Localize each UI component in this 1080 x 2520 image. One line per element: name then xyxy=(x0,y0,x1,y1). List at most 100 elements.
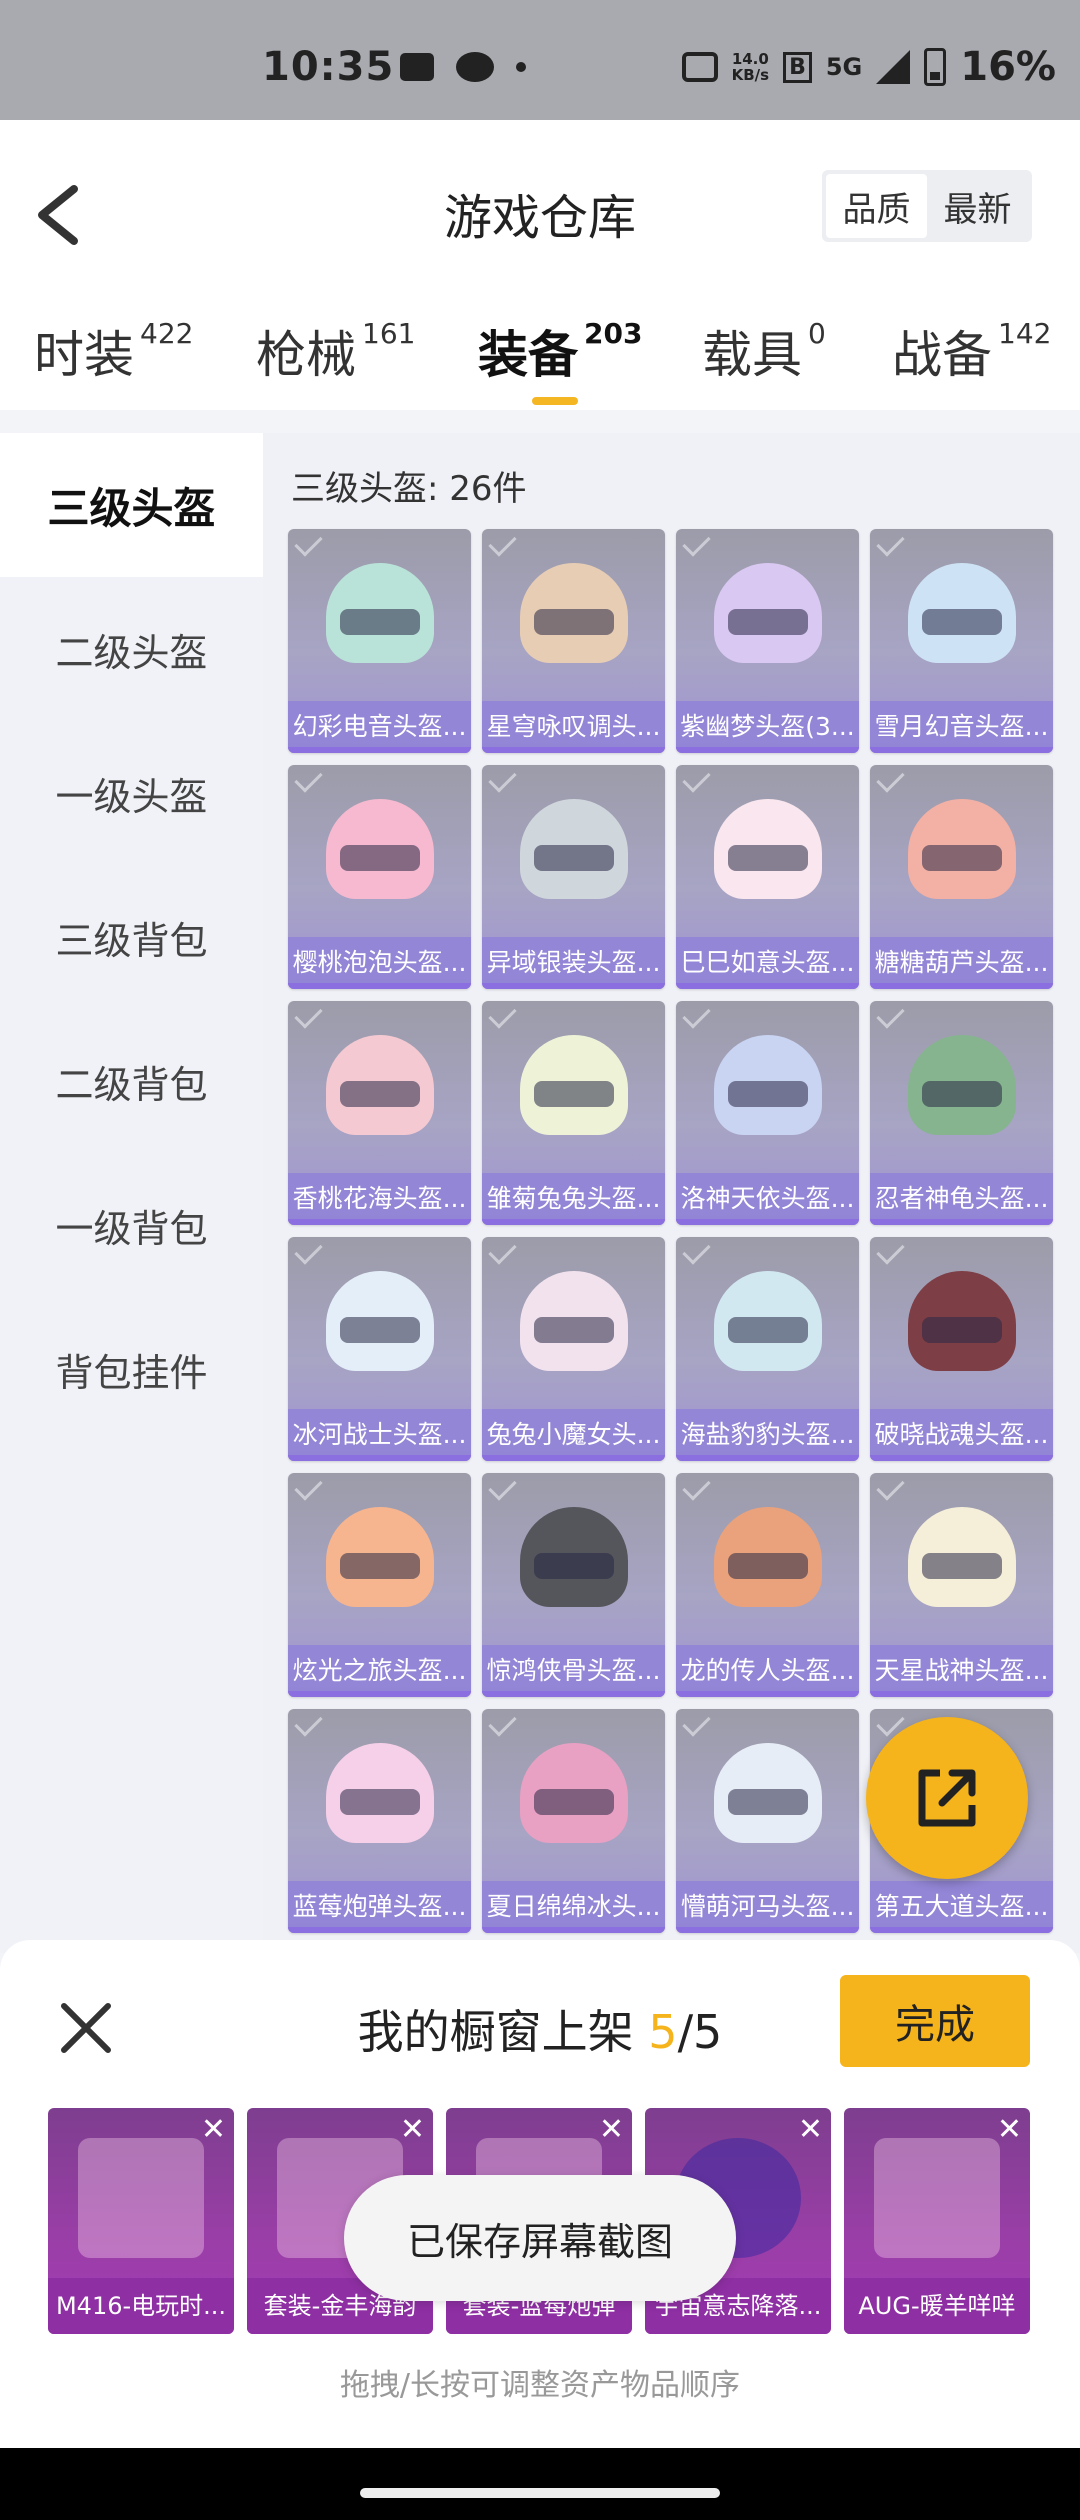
helmet-card[interactable]: 炫光之旅头盔... xyxy=(288,1473,471,1697)
helmet-name: 香桃花海头盔... xyxy=(288,1173,471,1225)
sidebar-item-level2-backpack[interactable]: 二级背包 xyxy=(0,1009,263,1153)
sort-newest-button[interactable]: 最新 xyxy=(927,174,1028,238)
sidebar: 三级头盔 二级头盔 一级头盔 三级背包 二级背包 一级背包 背包挂件 xyxy=(0,433,263,1953)
remove-icon[interactable]: ✕ xyxy=(798,2112,823,2147)
rarity-bar xyxy=(676,983,859,989)
helmet-name: 第五大道头盔... xyxy=(870,1881,1053,1933)
checkmark-icon xyxy=(294,765,323,793)
checkmark-icon xyxy=(876,765,905,793)
helmet-card[interactable]: 糖糖葫芦头盔... xyxy=(870,765,1053,989)
showcase-item[interactable]: ✕ M416-电玩时... xyxy=(48,2108,234,2334)
helmet-card[interactable]: 樱桃泡泡头盔... xyxy=(288,765,471,989)
helmet-card[interactable]: 海盐豹豹头盔... xyxy=(676,1237,859,1461)
sidebar-item-level3-helmet[interactable]: 三级头盔 xyxy=(0,433,263,577)
remove-icon[interactable]: ✕ xyxy=(201,2112,226,2147)
helmet-card[interactable]: 异域银装头盔... xyxy=(482,765,665,989)
sort-toggle: 品质 最新 xyxy=(822,170,1032,242)
helmet-visor xyxy=(922,1317,1002,1343)
item-artwork xyxy=(78,2138,204,2258)
checkmark-icon xyxy=(294,1709,323,1737)
rarity-bar xyxy=(482,1219,665,1225)
reorder-hint: 拖拽/长按可调整资产物品顺序 xyxy=(339,2368,741,2403)
sidebar-item-level1-helmet[interactable]: 一级头盔 xyxy=(0,721,263,865)
remove-icon[interactable]: ✕ xyxy=(599,2112,624,2147)
rarity-bar xyxy=(676,1927,859,1933)
rarity-bar xyxy=(482,1927,665,1933)
sidebar-item-level3-backpack[interactable]: 三级背包 xyxy=(0,865,263,1009)
helmet-card[interactable]: 龙的传人头盔... xyxy=(676,1473,859,1697)
helmet-card[interactable]: 紫幽梦头盔(3... xyxy=(676,529,859,753)
done-button[interactable]: 完成 xyxy=(840,1975,1030,2067)
helmet-name: 雪月幻音头盔... xyxy=(870,701,1053,753)
remove-icon[interactable]: ✕ xyxy=(400,2112,425,2147)
share-button[interactable] xyxy=(866,1717,1028,1879)
helmet-visor xyxy=(340,1789,420,1815)
helmet-visor xyxy=(728,1081,808,1107)
helmet-card[interactable]: 懵萌河马头盔... xyxy=(676,1709,859,1933)
sort-quality-button[interactable]: 品质 xyxy=(826,174,927,238)
helmet-visor xyxy=(340,1317,420,1343)
helmet-visor xyxy=(922,845,1002,871)
rarity-bar xyxy=(288,1691,471,1697)
helmet-card[interactable]: 夏日绵绵冰头... xyxy=(482,1709,665,1933)
section-title: 三级头盔: 26件 xyxy=(291,469,527,509)
tab-vehicles[interactable]: 载具 0 xyxy=(702,315,826,387)
tab-equipment[interactable]: 装备 203 xyxy=(478,315,642,387)
helmet-card[interactable]: 忍者神龟头盔... xyxy=(870,1001,1053,1225)
helmet-visor xyxy=(534,1081,614,1107)
rarity-bar xyxy=(870,1219,1053,1225)
signal-icon xyxy=(876,50,911,84)
sidebar-item-level1-backpack[interactable]: 一级背包 xyxy=(0,1153,263,1297)
checkmark-icon xyxy=(876,1473,905,1501)
notification-icons xyxy=(400,52,526,82)
checkmark-icon xyxy=(682,1473,711,1501)
tab-weapons[interactable]: 枪械 161 xyxy=(256,315,415,387)
helmet-card[interactable]: 幻彩电音头盔... xyxy=(288,529,471,753)
tab-fashion[interactable]: 时装 422 xyxy=(34,315,193,387)
checkmark-icon xyxy=(682,529,711,557)
sidebar-item-backpack-charm[interactable]: 背包挂件 xyxy=(0,1297,263,1441)
helmet-visor xyxy=(728,1317,808,1343)
showcase-count-current: 5 xyxy=(648,2005,678,2059)
helmet-card[interactable]: 破晓战魂头盔... xyxy=(870,1237,1053,1461)
helmet-name: 糖糖葫芦头盔... xyxy=(870,937,1053,989)
helmet-card[interactable]: 冰河战士头盔... xyxy=(288,1237,471,1461)
helmet-card[interactable]: 星穹咏叹调头... xyxy=(482,529,665,753)
helmet-name: 夏日绵绵冰头... xyxy=(482,1881,665,1933)
rarity-bar xyxy=(676,1691,859,1697)
battery-icon xyxy=(924,48,947,86)
tab-supplies[interactable]: 战备 142 xyxy=(892,315,1051,387)
active-tab-indicator xyxy=(532,397,578,405)
helmet-visor xyxy=(922,1553,1002,1579)
toast-message: 已保存屏幕截图 xyxy=(344,2175,736,2301)
checkmark-icon xyxy=(488,1473,517,1501)
helmet-visor xyxy=(534,1789,614,1815)
helmet-card[interactable]: 洛神天依头盔... xyxy=(676,1001,859,1225)
category-tabs: 时装 422 枪械 161 装备 203 载具 0 战备 142 xyxy=(0,315,1080,410)
helmet-visor xyxy=(534,1553,614,1579)
checkmark-icon xyxy=(294,529,323,557)
helmet-name: 洛神天依头盔... xyxy=(676,1173,859,1225)
home-indicator[interactable] xyxy=(360,2488,720,2498)
helmet-card[interactable]: 天星战神头盔... xyxy=(870,1473,1053,1697)
helmet-card[interactable]: 惊鸿侠骨头盔... xyxy=(482,1473,665,1697)
helmet-card[interactable]: 兔兔小魔女头... xyxy=(482,1237,665,1461)
rarity-bar xyxy=(676,1455,859,1461)
helmet-card[interactable]: 香桃花海头盔... xyxy=(288,1001,471,1225)
helmet-card[interactable]: 雏菊兔兔头盔... xyxy=(482,1001,665,1225)
helmet-visor xyxy=(534,609,614,635)
helmet-name: 惊鸿侠骨头盔... xyxy=(482,1645,665,1697)
remove-icon[interactable]: ✕ xyxy=(997,2112,1022,2147)
wechat-icon xyxy=(456,52,494,82)
clock: 10:35 xyxy=(262,44,395,90)
sidebar-item-level2-helmet[interactable]: 二级头盔 xyxy=(0,577,263,721)
helmet-card[interactable]: 巳巳如意头盔... xyxy=(676,765,859,989)
helmet-card[interactable]: 蓝莓炮弹头盔... xyxy=(288,1709,471,1933)
checkmark-icon xyxy=(488,1001,517,1029)
showcase-item[interactable]: ✕ AUG-暖羊咩咩 xyxy=(844,2108,1030,2334)
checkmark-icon xyxy=(876,1001,905,1029)
checkmark-icon xyxy=(682,1001,711,1029)
helmet-card[interactable]: 雪月幻音头盔... xyxy=(870,529,1053,753)
item-artwork xyxy=(874,2138,1000,2258)
helmet-name: 樱桃泡泡头盔... xyxy=(288,937,471,989)
